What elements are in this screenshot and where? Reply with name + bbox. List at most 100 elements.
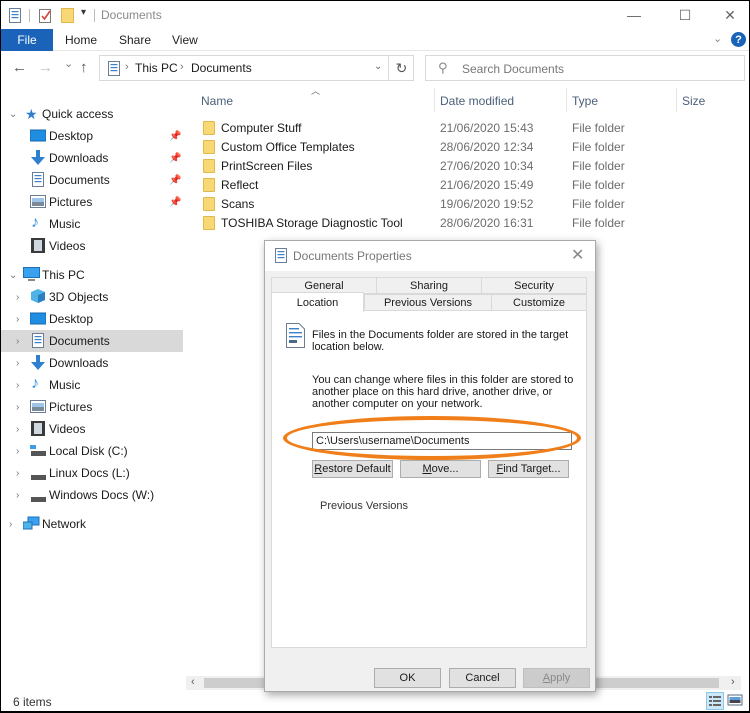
sidebar-item-qa-music[interactable]: ♪ Music — [1, 213, 183, 235]
column-divider[interactable] — [676, 88, 677, 112]
file-date: 28/06/2020 16:31 — [440, 216, 534, 230]
column-divider[interactable] — [434, 88, 435, 112]
help-icon[interactable]: ? — [731, 32, 746, 47]
back-button[interactable]: ← — [12, 59, 27, 76]
expand-chevron-icon[interactable]: › — [16, 446, 19, 457]
sidebar-item-documents[interactable]: › Documents — [1, 330, 183, 352]
sidebar-item-quick-access[interactable]: ⌄ ★ Quick access — [1, 103, 183, 125]
expand-chevron-icon[interactable]: › — [16, 336, 19, 347]
documents-icon — [32, 172, 48, 188]
address-dropdown-icon[interactable]: ⌄ — [374, 61, 382, 72]
large-icons-view-icon[interactable] — [727, 692, 745, 710]
sidebar-item-qa-pictures[interactable]: Pictures 📌 — [1, 191, 183, 213]
address-bar[interactable]: › This PC › Documents ⌄ ↻ — [99, 55, 414, 81]
minimize-button[interactable]: — — [611, 1, 657, 29]
sidebar-item-qa-desktop[interactable]: Desktop 📌 — [1, 125, 183, 147]
column-header-date-modified[interactable]: Date modified — [440, 94, 514, 108]
column-header-name[interactable]: Name — [201, 94, 233, 108]
file-row[interactable]: Reflect 21/06/2020 15:49 File folder — [195, 175, 735, 194]
search-input[interactable]: Search Documents — [462, 62, 564, 76]
expand-chevron-icon[interactable]: › — [16, 490, 19, 501]
pin-icon[interactable]: 📌 — [169, 131, 181, 142]
close-button[interactable]: ✕ — [707, 1, 750, 29]
recent-locations-button[interactable]: ⌄ — [64, 57, 73, 70]
collapse-chevron-icon[interactable]: ⌄ — [9, 109, 17, 120]
document-location-icon — [286, 323, 305, 351]
tab-home[interactable]: Home — [65, 33, 97, 47]
tab-previous-versions[interactable]: Previous Versions — [364, 294, 492, 311]
cancel-button[interactable]: Cancel — [449, 668, 516, 688]
breadcrumb-chevron-icon[interactable]: › — [180, 61, 184, 73]
tab-customize[interactable]: Customize — [491, 294, 587, 311]
apply-button[interactable]: Apply — [523, 668, 590, 688]
column-header-type[interactable]: Type — [572, 94, 598, 108]
expand-chevron-icon[interactable]: › — [16, 424, 19, 435]
sidebar-item-qa-downloads[interactable]: Downloads 📌 — [1, 147, 183, 169]
file-name: Reflect — [221, 178, 259, 192]
file-row[interactable]: Computer Stuff 21/06/2020 15:43 File fol… — [195, 118, 735, 137]
sidebar-item-qa-videos[interactable]: Videos — [1, 235, 183, 257]
new-folder-icon[interactable] — [61, 8, 74, 26]
expand-chevron-icon[interactable]: › — [16, 292, 19, 303]
file-name: Custom Office Templates — [221, 140, 355, 154]
sidebar-item-network[interactable]: › Network — [1, 513, 183, 535]
file-row[interactable]: TOSHIBA Storage Diagnostic Tool 28/06/20… — [195, 213, 735, 232]
scroll-left-icon[interactable]: ‹ — [191, 676, 195, 688]
breadcrumb-chevron-icon[interactable]: › — [125, 61, 129, 73]
forward-button[interactable]: → — [38, 59, 53, 76]
breadcrumb-this-pc[interactable]: This PC — [135, 61, 178, 75]
collapse-chevron-icon[interactable]: ⌄ — [9, 270, 17, 281]
customize-toolbar-icon[interactable]: ▾ — [81, 7, 86, 18]
refresh-button[interactable]: ↻ — [388, 56, 414, 80]
tab-view[interactable]: View — [172, 33, 198, 47]
up-button[interactable]: ↑ — [80, 59, 88, 76]
sidebar-item-pictures[interactable]: › Pictures — [1, 396, 183, 418]
pin-icon[interactable]: 📌 — [169, 197, 181, 208]
tab-share[interactable]: Share — [119, 33, 151, 47]
maximize-button[interactable]: ☐ — [662, 1, 708, 29]
restore-default-button[interactable]: Restore Default — [312, 460, 393, 478]
expand-chevron-icon[interactable]: › — [16, 402, 19, 413]
expand-chevron-icon[interactable]: › — [16, 358, 19, 369]
file-row[interactable]: Custom Office Templates 28/06/2020 12:34… — [195, 137, 735, 156]
file-row[interactable]: PrintScreen Files 27/06/2020 10:34 File … — [195, 156, 735, 175]
sidebar-item-desktop[interactable]: › Desktop — [1, 308, 183, 330]
videos-icon — [31, 421, 47, 437]
sidebar-item-windows-docs[interactable]: › Windows Docs (W:) — [1, 484, 183, 506]
search-box[interactable]: ⚲ Search Documents — [425, 55, 745, 81]
sidebar-item-3d-objects[interactable]: › 3D Objects — [1, 286, 183, 308]
move-button[interactable]: Move... — [400, 460, 481, 478]
expand-chevron-icon[interactable]: › — [16, 314, 19, 325]
column-divider[interactable] — [566, 88, 567, 112]
expand-chevron-icon[interactable]: › — [9, 519, 12, 530]
scroll-right-icon[interactable]: › — [731, 676, 735, 688]
column-header-size[interactable]: Size — [682, 94, 705, 108]
ok-button[interactable]: OK — [374, 668, 441, 688]
expand-chevron-icon[interactable]: › — [16, 468, 19, 479]
tab-file[interactable]: File — [1, 29, 53, 51]
file-row[interactable]: Scans 19/06/2020 19:52 File folder — [195, 194, 735, 213]
sidebar-item-music[interactable]: › ♪ Music — [1, 374, 183, 396]
sidebar-item-label: Videos — [49, 422, 86, 436]
pin-icon[interactable]: 📌 — [169, 153, 181, 164]
find-target-button[interactable]: Find Target... — [488, 460, 569, 478]
dialog-close-button[interactable]: ✕ — [571, 245, 584, 265]
tab-location[interactable]: Location — [271, 292, 364, 312]
tab-security[interactable]: Security — [481, 277, 587, 294]
sidebar-item-qa-documents[interactable]: Documents 📌 — [1, 169, 183, 191]
sidebar-item-downloads[interactable]: › Downloads — [1, 352, 183, 374]
folder-path-input[interactable] — [312, 432, 572, 450]
details-view-icon[interactable] — [706, 692, 724, 710]
checkmark-icon[interactable] — [39, 8, 52, 26]
sidebar-item-videos[interactable]: › Videos — [1, 418, 183, 440]
sidebar-item-linux-docs[interactable]: › Linux Docs (L:) — [1, 462, 183, 484]
sidebar-item-this-pc[interactable]: ⌄ This PC — [1, 264, 183, 286]
pin-icon[interactable]: 📌 — [169, 175, 181, 186]
breadcrumb-documents[interactable]: Documents — [191, 61, 252, 75]
expand-chevron-icon[interactable]: › — [16, 380, 19, 391]
properties-icon[interactable] — [9, 8, 21, 26]
sidebar-item-local-disk-c[interactable]: › Local Disk (C:) — [1, 440, 183, 462]
tab-sharing[interactable]: Sharing — [376, 277, 482, 294]
expand-ribbon-icon[interactable]: ⌄ — [713, 32, 722, 45]
sidebar-item-label: Downloads — [49, 356, 109, 370]
